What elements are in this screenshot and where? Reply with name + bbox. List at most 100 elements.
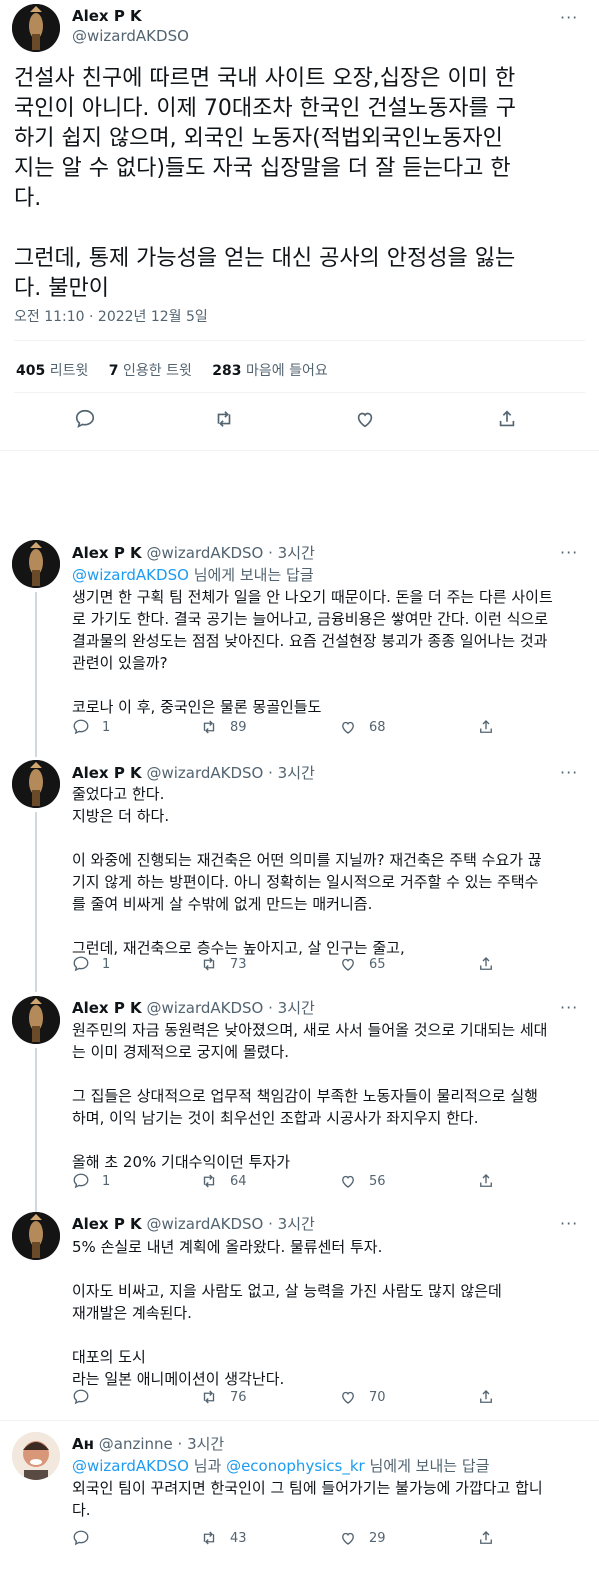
avatar-image xyxy=(12,540,60,588)
reply-to-handle[interactable]: @wizardAKDSO xyxy=(72,1457,189,1475)
author-name[interactable]: Ан xyxy=(72,1435,94,1453)
reply-to-suffix: 님에게 보내는 답글 xyxy=(193,566,314,584)
share-icon[interactable] xyxy=(496,408,518,430)
reply-header: Alex P K @wizardAKDSO · 3시간 xyxy=(72,762,315,783)
like-count: 56 xyxy=(369,1173,386,1189)
likes-stat[interactable]: 283 마음에 들어요 xyxy=(212,363,327,379)
reply-time[interactable]: · 3시간 xyxy=(268,544,315,562)
reply-time[interactable]: · 3시간 xyxy=(268,764,315,782)
reply-time[interactable]: · 3시간 xyxy=(268,999,315,1017)
quotes-stat[interactable]: 7 인용한 트윗 xyxy=(109,363,192,379)
retweet-icon[interactable] xyxy=(213,408,235,430)
reply-time[interactable]: · 3시간 xyxy=(268,1215,315,1233)
more-options-icon[interactable]: ··· xyxy=(560,1214,578,1233)
retweet-action[interactable]: 64 xyxy=(200,1172,247,1190)
reply-icon xyxy=(73,719,89,735)
retweet-count: 89 xyxy=(230,719,247,735)
reply-count: 1 xyxy=(102,719,111,735)
reply-icon xyxy=(73,956,89,972)
retweet-count: 64 xyxy=(230,1173,247,1189)
avatar[interactable] xyxy=(12,1212,60,1260)
like-icon xyxy=(342,1391,354,1404)
like-count: 29 xyxy=(369,1530,386,1546)
author-handle[interactable]: @wizardAKDSO xyxy=(146,764,263,782)
like-count: 70 xyxy=(369,1389,386,1405)
divider xyxy=(0,1420,599,1421)
more-options-icon[interactable]: ··· xyxy=(560,8,578,27)
retweet-icon xyxy=(203,1390,215,1404)
tweet-body: 건설사 친구에 따르면 국내 사이트 오장,십장은 이미 한 국인이 아니다. … xyxy=(14,66,516,301)
avatar[interactable] xyxy=(12,996,60,1044)
avatar[interactable] xyxy=(12,4,60,52)
reply-icon xyxy=(73,1530,89,1546)
share-icon[interactable] xyxy=(477,1529,495,1547)
reply-to-handle[interactable]: @wizardAKDSO xyxy=(72,566,189,584)
author-handle[interactable]: @wizardAKDSO xyxy=(146,1215,263,1233)
reply-body: 5% 손실로 내년 계획에 올라왔다. 물류센터 투자. 이자도 비싸고, 지을… xyxy=(72,1238,502,1388)
retweet-action[interactable]: 89 xyxy=(200,718,247,736)
like-count: 68 xyxy=(369,719,386,735)
reply-count: 1 xyxy=(102,956,111,972)
share-icon[interactable] xyxy=(477,1172,495,1190)
retweet-icon xyxy=(203,720,215,734)
reply-header: Alex P K @wizardAKDSO · 3시간 xyxy=(72,1213,315,1234)
reply-count: 1 xyxy=(102,1173,111,1189)
author-name[interactable]: Alex P K xyxy=(72,544,142,562)
author-handle[interactable]: @anzinne xyxy=(99,1435,173,1453)
reply-action[interactable]: 1 xyxy=(72,1172,110,1190)
more-options-icon[interactable]: ··· xyxy=(560,998,578,1017)
retweet-action[interactable]: 43 xyxy=(200,1529,247,1547)
divider xyxy=(14,340,585,341)
reply-to-handle-2[interactable]: @econophysics_kr xyxy=(226,1457,365,1475)
avatar[interactable] xyxy=(12,760,60,808)
avatar-image xyxy=(12,996,60,1044)
reply-header: Alex P K @wizardAKDSO · 3시간 xyxy=(72,542,315,563)
section-divider xyxy=(0,450,599,451)
author-handle[interactable]: @wizardAKDSO xyxy=(146,544,263,562)
reply-body: 원주민의 자금 동원력은 낮아졌으며, 새로 사서 들어올 것으로 기대되는 세… xyxy=(72,1021,548,1171)
more-options-icon[interactable]: ··· xyxy=(560,543,578,562)
retweets-stat[interactable]: 405 리트윗 xyxy=(16,363,88,379)
reply-header: Ан @anzinne · 3시간 xyxy=(72,1433,224,1454)
tweet-stats: 405 리트윗 7 인용한 트윗 283 마음에 들어요 xyxy=(16,360,328,380)
quotes-label: 인용한 트윗 xyxy=(122,363,192,379)
like-action[interactable]: 70 xyxy=(339,1388,386,1406)
author-name[interactable]: Alex P K xyxy=(72,764,142,782)
author-name[interactable]: Alex P K xyxy=(72,1215,142,1233)
likes-count: 283 xyxy=(212,363,242,379)
like-icon xyxy=(342,958,354,971)
reply-context: @wizardAKDSO 님과 @econophysics_kr 님에게 보내는… xyxy=(72,1455,489,1476)
reply-action[interactable] xyxy=(72,1388,102,1406)
like-action[interactable]: 56 xyxy=(339,1172,386,1190)
reply-time[interactable]: · 3시간 xyxy=(178,1435,225,1453)
reply-body: 외국인 팀이 꾸려지면 한국인이 그 팀에 들어가기는 불가능에 가깝다고 합니… xyxy=(72,1479,543,1519)
share-icon[interactable] xyxy=(477,1388,495,1406)
tweet-timestamp[interactable]: 오전 11:10 · 2022년 12월 5일 xyxy=(14,306,208,326)
like-icon xyxy=(342,721,354,734)
author-name[interactable]: Alex P K xyxy=(72,999,142,1017)
like-icon[interactable] xyxy=(354,408,376,430)
retweet-action[interactable]: 76 xyxy=(200,1388,247,1406)
author-handle[interactable]: @wizardAKDSO xyxy=(146,999,263,1017)
more-options-icon[interactable]: ··· xyxy=(560,763,578,782)
like-action[interactable]: 29 xyxy=(339,1529,386,1547)
thread-line xyxy=(35,592,37,757)
reply-action[interactable]: 1 xyxy=(72,955,110,973)
retweet-count: 43 xyxy=(230,1530,247,1546)
avatar[interactable] xyxy=(12,540,60,588)
author-name[interactable]: Alex P K xyxy=(72,7,142,25)
author-handle[interactable]: @wizardAKDSO xyxy=(72,27,189,45)
share-icon[interactable] xyxy=(477,955,495,973)
reply-header: Alex P K @wizardAKDSO · 3시간 xyxy=(72,997,315,1018)
like-action[interactable]: 68 xyxy=(339,718,386,736)
retweet-action[interactable]: 73 xyxy=(200,955,247,973)
reply-icon[interactable] xyxy=(74,408,96,430)
like-action[interactable]: 65 xyxy=(339,955,386,973)
retweet-count: 76 xyxy=(230,1389,247,1405)
reply-action[interactable] xyxy=(72,1529,102,1547)
avatar[interactable] xyxy=(12,1432,60,1480)
retweet-icon xyxy=(203,1174,215,1188)
reply-action[interactable]: 1 xyxy=(72,718,110,736)
share-icon[interactable] xyxy=(477,718,495,736)
retweet-icon xyxy=(203,957,215,971)
